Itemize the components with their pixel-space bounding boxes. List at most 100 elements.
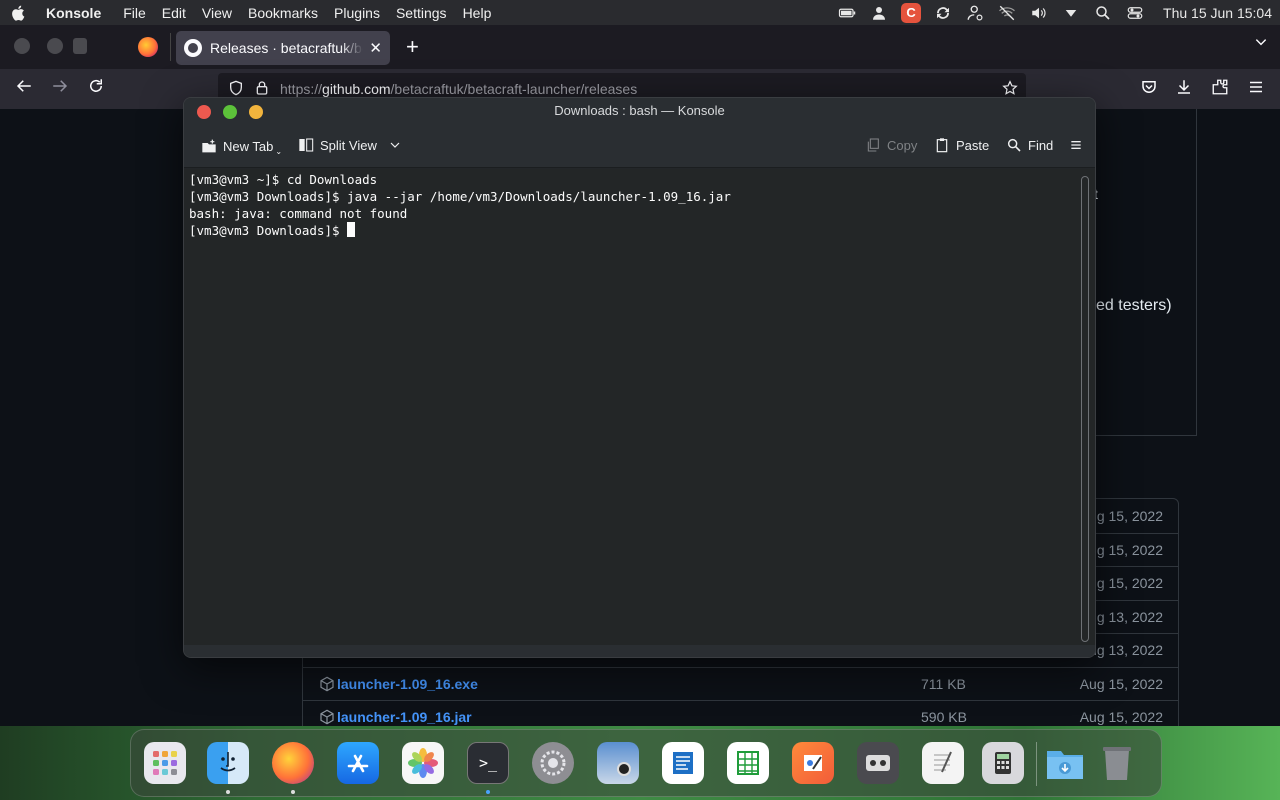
copy-icon [867, 138, 879, 152]
package-icon [320, 676, 334, 692]
clock[interactable]: Thu 15 Jun 15:04 [1163, 4, 1272, 22]
terminal-scrollbar[interactable] [1081, 176, 1089, 642]
spreadsheet-icon[interactable] [727, 742, 769, 784]
window-title: Downloads : bash — Konsole [554, 103, 725, 118]
paste-button[interactable]: Paste [934, 137, 989, 153]
tab-divider [170, 33, 171, 61]
konsole-toolbar: New Tab ⌄ Split View Copy Paste Find [184, 124, 1095, 168]
find-button[interactable]: Find [1006, 137, 1053, 153]
new-tab-button[interactable]: New Tab ⌄ [201, 137, 282, 156]
github-icon [184, 39, 202, 57]
close-icon[interactable]: ✕ [369, 39, 382, 57]
menu-bookmarks[interactable]: Bookmarks [248, 5, 318, 21]
trash-icon[interactable] [1096, 742, 1138, 784]
volume-icon[interactable] [1029, 4, 1049, 22]
asset-date: Aug 15, 2022 [1079, 675, 1163, 692]
forward-arrow-icon[interactable] [51, 77, 69, 100]
window-maximize-button[interactable] [73, 38, 87, 54]
url-prefix: https:// [280, 81, 323, 97]
app-badge-icon[interactable]: C [901, 2, 922, 23]
split-view-button[interactable]: Split View [298, 137, 401, 153]
screenshot-icon[interactable] [597, 742, 639, 784]
new-tab-icon [202, 139, 216, 152]
menu-help[interactable]: Help [463, 5, 492, 21]
package-icon [320, 709, 334, 725]
battery-icon[interactable] [837, 4, 857, 22]
search-icon [1007, 138, 1021, 152]
back-arrow-icon[interactable] [15, 77, 33, 100]
konsole-window[interactable]: Downloads : bash — Konsole New Tab ⌄ Spl… [183, 97, 1096, 658]
app-store-icon[interactable] [337, 742, 379, 784]
paste-icon [936, 138, 948, 153]
hamburger-menu-icon[interactable] [1247, 78, 1265, 101]
tab-releases[interactable]: Releases · betacraftuk/betacraft-launche… [176, 31, 390, 65]
launchpad-icon[interactable] [144, 742, 186, 784]
notes-icon[interactable] [922, 742, 964, 784]
text-cursor [347, 222, 356, 237]
pocket-icon[interactable] [1140, 78, 1158, 101]
menu-view[interactable]: View [202, 5, 232, 21]
top-menubar: Konsole File Edit View Bookmarks Plugins… [0, 0, 1280, 25]
firefox-icon[interactable] [272, 742, 314, 784]
find-label: Find [1028, 137, 1054, 153]
terminal-line: [vm3@vm3 Downloads]$ java --jar /home/vm… [189, 189, 731, 204]
new-tab-button[interactable]: + [406, 34, 419, 60]
shield-icon[interactable] [228, 80, 244, 99]
menu-file[interactable]: File [123, 5, 146, 21]
window-minimize-button[interactable] [47, 38, 63, 54]
terminal-prompt-line: [vm3@vm3 Downloads]$ [189, 222, 1090, 239]
split-view-label: Split View [320, 137, 377, 153]
search-icon[interactable] [1093, 4, 1113, 22]
asset-link[interactable]: launcher-1.09_16.exe [337, 676, 478, 692]
running-indicator [226, 790, 230, 794]
terminal-prompt: [vm3@vm3 Downloads]$ [189, 223, 348, 238]
chevron-down-icon[interactable] [1254, 35, 1268, 54]
terminal-line: bash: java: command not found [189, 206, 408, 221]
network-off-icon[interactable] [997, 4, 1017, 22]
url-path: /betacraftuk/betacraft-launcher/releases [390, 81, 638, 97]
control-center-icon[interactable] [1125, 4, 1145, 22]
hamburger-menu-icon[interactable] [1068, 137, 1084, 153]
dropdown-icon[interactable] [1061, 4, 1081, 22]
asset-size: 711 KB [921, 675, 966, 692]
reload-icon[interactable] [87, 77, 105, 100]
asset-row[interactable]: launcher-1.09_16.exe 711 KB Aug 15, 2022 [303, 666, 1178, 701]
finder-icon[interactable] [207, 742, 249, 784]
dock: >_ [130, 729, 1162, 797]
terminal-icon[interactable]: >_ [467, 742, 509, 784]
bookmark-star-icon[interactable] [1002, 79, 1018, 99]
downloads-folder-icon[interactable] [1044, 742, 1086, 784]
window-close-button[interactable] [14, 38, 30, 54]
lock-icon[interactable] [254, 80, 270, 99]
text-editor-icon[interactable] [662, 742, 704, 784]
copy-button[interactable]: Copy [865, 137, 917, 153]
firefox-view-icon[interactable] [138, 37, 158, 57]
menu-settings[interactable]: Settings [396, 5, 447, 21]
system-tray: C Thu 15 Jun 15:04 [837, 2, 1280, 23]
user-icon[interactable] [869, 4, 889, 22]
terminal-output[interactable]: [vm3@vm3 ~]$ cd Downloads [vm3@vm3 Downl… [184, 169, 1095, 647]
asset-link[interactable]: launcher-1.09_16.jar [337, 709, 472, 725]
calculator-icon[interactable] [982, 742, 1024, 784]
extensions-icon[interactable] [1211, 78, 1229, 101]
downloads-icon[interactable] [1175, 78, 1193, 101]
chevron-down-icon[interactable] [389, 139, 401, 151]
apple-icon[interactable] [0, 4, 38, 22]
menu-plugins[interactable]: Plugins [334, 5, 380, 21]
account-icon[interactable] [965, 4, 985, 22]
paint-icon[interactable] [792, 742, 834, 784]
sync-icon[interactable] [933, 4, 953, 22]
asset-date: Aug 15, 2022 [1079, 709, 1163, 726]
system-settings-icon[interactable] [532, 742, 574, 784]
url-host: github.com [322, 81, 391, 97]
active-app-name[interactable]: Konsole [46, 5, 101, 21]
photos-icon[interactable] [402, 742, 444, 784]
dock-divider [1036, 742, 1037, 786]
menu-edit[interactable]: Edit [162, 5, 186, 21]
asset-size: 590 KB [921, 709, 967, 726]
tape-recorder-icon[interactable] [857, 742, 899, 784]
chevron-down-icon: ⌄ [275, 147, 283, 156]
konsole-titlebar[interactable]: Downloads : bash — Konsole [184, 98, 1095, 124]
terminal-line: [vm3@vm3 ~]$ cd Downloads [189, 172, 378, 187]
running-indicator [291, 790, 295, 794]
